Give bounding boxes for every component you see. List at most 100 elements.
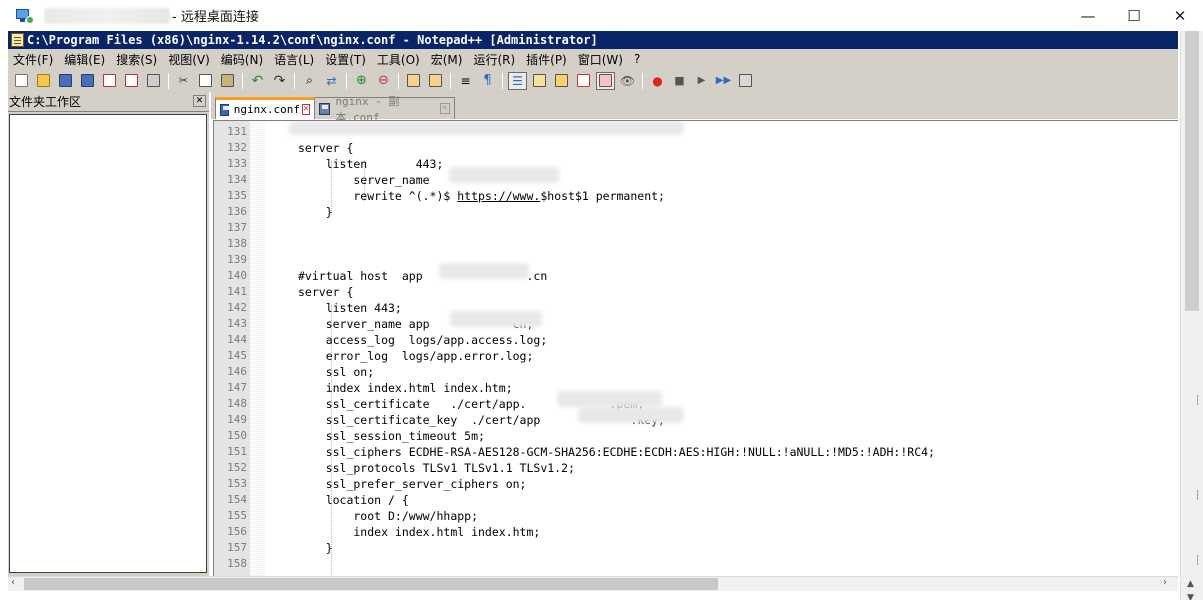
folder-panel-close-icon[interactable]: ✕ <box>193 95 206 107</box>
code-line[interactable]: 139 <box>214 252 1178 268</box>
code-line[interactable]: 143 server_name app cn; <box>214 316 1178 332</box>
cut-icon[interactable]: ✂ <box>174 72 193 90</box>
code-line[interactable]: 138 <box>214 236 1178 252</box>
toolbar-separator <box>642 72 643 89</box>
function-list-icon[interactable] <box>574 72 593 90</box>
line-number: 148 <box>227 397 247 410</box>
code-line[interactable]: 132 server { <box>214 140 1178 156</box>
close-file-icon[interactable] <box>100 72 119 90</box>
code-line[interactable]: 144 access_log logs/app.access.log; <box>214 332 1178 348</box>
code-line[interactable]: 149 ssl_certificate_key ./cert/app .key; <box>214 412 1178 428</box>
code-line[interactable]: 152 ssl_protocols TLSv1 TLSv1.1 TLSv1.2; <box>214 460 1178 476</box>
tab-close-icon[interactable]: ✕ <box>439 103 450 114</box>
redo-icon[interactable]: ↷ <box>270 72 289 90</box>
toolbar-separator <box>450 72 451 89</box>
record-macro-icon[interactable]: ● <box>648 72 667 90</box>
minimize-button[interactable]: — <box>1065 0 1111 31</box>
code-line[interactable]: 133 listen 443; <box>214 156 1178 172</box>
copy-icon[interactable] <box>196 72 215 90</box>
code-line[interactable]: 157 } <box>214 540 1178 556</box>
code-line[interactable]: 156 index index.html index.htm; <box>214 524 1178 540</box>
menu-edit[interactable]: 编辑(E) <box>64 51 105 68</box>
folder-as-workspace-icon[interactable] <box>596 71 615 90</box>
save-icon[interactable] <box>56 72 75 90</box>
code-line[interactable]: 135 rewrite ^(.*)$ https://www.$host$1 p… <box>214 188 1178 204</box>
saved-file-icon <box>319 102 331 115</box>
play-macro-icon[interactable]: ▶ <box>692 72 711 90</box>
toolbar-separator <box>346 72 347 89</box>
word-wrap-icon[interactable]: ≡ <box>456 72 475 90</box>
paste-icon[interactable] <box>218 72 237 90</box>
code-line[interactable]: 140 #virtual host app .cn <box>214 268 1178 284</box>
new-file-icon[interactable] <box>12 72 31 90</box>
menu-view[interactable]: 视图(V) <box>168 51 210 68</box>
maximize-button[interactable]: ☐ <box>1111 0 1157 31</box>
menu-run[interactable]: 运行(R) <box>473 51 515 68</box>
close-all-icon[interactable] <box>122 72 141 90</box>
menu-macro[interactable]: 宏(M) <box>431 51 463 68</box>
tab-nginx-conf[interactable]: nginx.conf ✕ <box>215 97 315 119</box>
code-line[interactable]: 142 listen 443; <box>214 300 1178 316</box>
scroll-up-arrow-icon[interactable]: ▲ <box>1187 579 1194 589</box>
code-line[interactable]: 136 } <box>214 204 1178 220</box>
zoom-in-icon[interactable]: ⊕ <box>352 72 371 90</box>
sync-vertical-icon[interactable] <box>404 72 423 90</box>
find-icon[interactable]: ⌕ <box>300 72 319 90</box>
code-editor[interactable]: 131 132 server {133 listen 443; 134 server_… <box>213 120 1178 576</box>
redacted-text <box>289 121 684 135</box>
menu-encoding[interactable]: 编码(N) <box>221 51 263 68</box>
scroll-left-arrow-icon[interactable]: ‹ <box>11 577 15 588</box>
scroll-right-arrow-icon[interactable]: › <box>1163 577 1167 588</box>
undo-icon[interactable]: ↶ <box>248 72 267 90</box>
url-link[interactable]: https://www. <box>457 189 540 203</box>
stop-macro-icon[interactable]: ■ <box>670 72 689 90</box>
replace-icon[interactable]: ⇄ <box>322 72 341 90</box>
open-file-icon[interactable] <box>34 72 53 90</box>
print-icon[interactable] <box>144 72 163 90</box>
code-line[interactable]: 150 ssl_session_timeout 5m; <box>214 428 1178 444</box>
menu-help[interactable]: ? <box>634 52 640 66</box>
code-line[interactable]: 134 server_name <box>214 172 1178 188</box>
horizontal-scroll-thumb[interactable] <box>24 578 718 590</box>
code-line[interactable]: 145 error_log logs/app.error.log; <box>214 348 1178 364</box>
code-line[interactable]: 155 root D:/www/hhapp; <box>214 508 1178 524</box>
code-line[interactable]: 151 ssl_ciphers ECDHE-RSA-AES128-GCM-SHA… <box>214 444 1178 460</box>
menu-file[interactable]: 文件(F) <box>13 51 53 68</box>
line-number: 150 <box>227 429 247 442</box>
code-line[interactable]: 154 location / { <box>214 492 1178 508</box>
menu-search[interactable]: 搜索(S) <box>116 51 157 68</box>
code-line[interactable]: 158 <box>214 556 1178 572</box>
folder-tree[interactable] <box>9 114 207 573</box>
sync-horizontal-icon[interactable] <box>426 72 445 90</box>
menu-plugins[interactable]: 插件(P) <box>526 51 567 68</box>
menu-language[interactable]: 语言(L) <box>274 51 314 68</box>
code-line[interactable]: 153 ssl_prefer_server_ciphers on; <box>214 476 1178 492</box>
code-line[interactable]: 148 ssl_certificate ./cert/app. .pem; <box>214 396 1178 412</box>
outer-scroll-thumb[interactable] <box>1185 31 1199 311</box>
code-line[interactable]: 137 <box>214 220 1178 236</box>
indent-guide-icon[interactable]: ☰ <box>508 71 527 90</box>
zoom-out-icon[interactable]: ⊖ <box>374 72 393 90</box>
code-line[interactable]: 141 server { <box>214 284 1178 300</box>
save-all-icon[interactable] <box>78 72 97 90</box>
menu-bar: 文件(F) 编辑(E) 搜索(S) 视图(V) 编码(N) 语言(L) 设置(T… <box>8 49 1178 69</box>
show-all-chars-icon[interactable]: ¶ <box>478 72 497 90</box>
code-line[interactable]: 147 index index.html index.htm; <box>214 380 1178 396</box>
outer-vertical-scrollbar[interactable]: ┆ ┆ ┆ ▲ ▼ <box>1180 31 1203 600</box>
doc-map-icon[interactable] <box>552 72 571 90</box>
menu-tools[interactable]: 工具(O) <box>377 51 420 68</box>
menu-settings[interactable]: 设置(T) <box>325 51 366 68</box>
monitoring-icon[interactable]: 👁 <box>618 72 637 90</box>
toolbar-separator <box>398 72 399 89</box>
save-macro-icon[interactable] <box>736 72 755 90</box>
scroll-down-arrow-icon[interactable]: ▼ <box>1187 593 1194 600</box>
run-macro-multiple-icon[interactable]: ▶▶ <box>714 72 733 90</box>
tab-nginx-copy-conf[interactable]: nginx - 副本.conf ✕ <box>315 95 455 124</box>
tab-label: nginx.conf <box>233 103 300 116</box>
menu-window[interactable]: 窗口(W) <box>578 51 623 68</box>
close-button[interactable]: ✕ <box>1157 0 1203 31</box>
tab-close-icon[interactable]: ✕ <box>301 104 310 115</box>
code-line[interactable]: 146 ssl on; <box>214 364 1178 380</box>
horizontal-scrollbar[interactable]: ‹ › <box>8 576 1178 591</box>
user-defined-lang-icon[interactable] <box>530 72 549 90</box>
